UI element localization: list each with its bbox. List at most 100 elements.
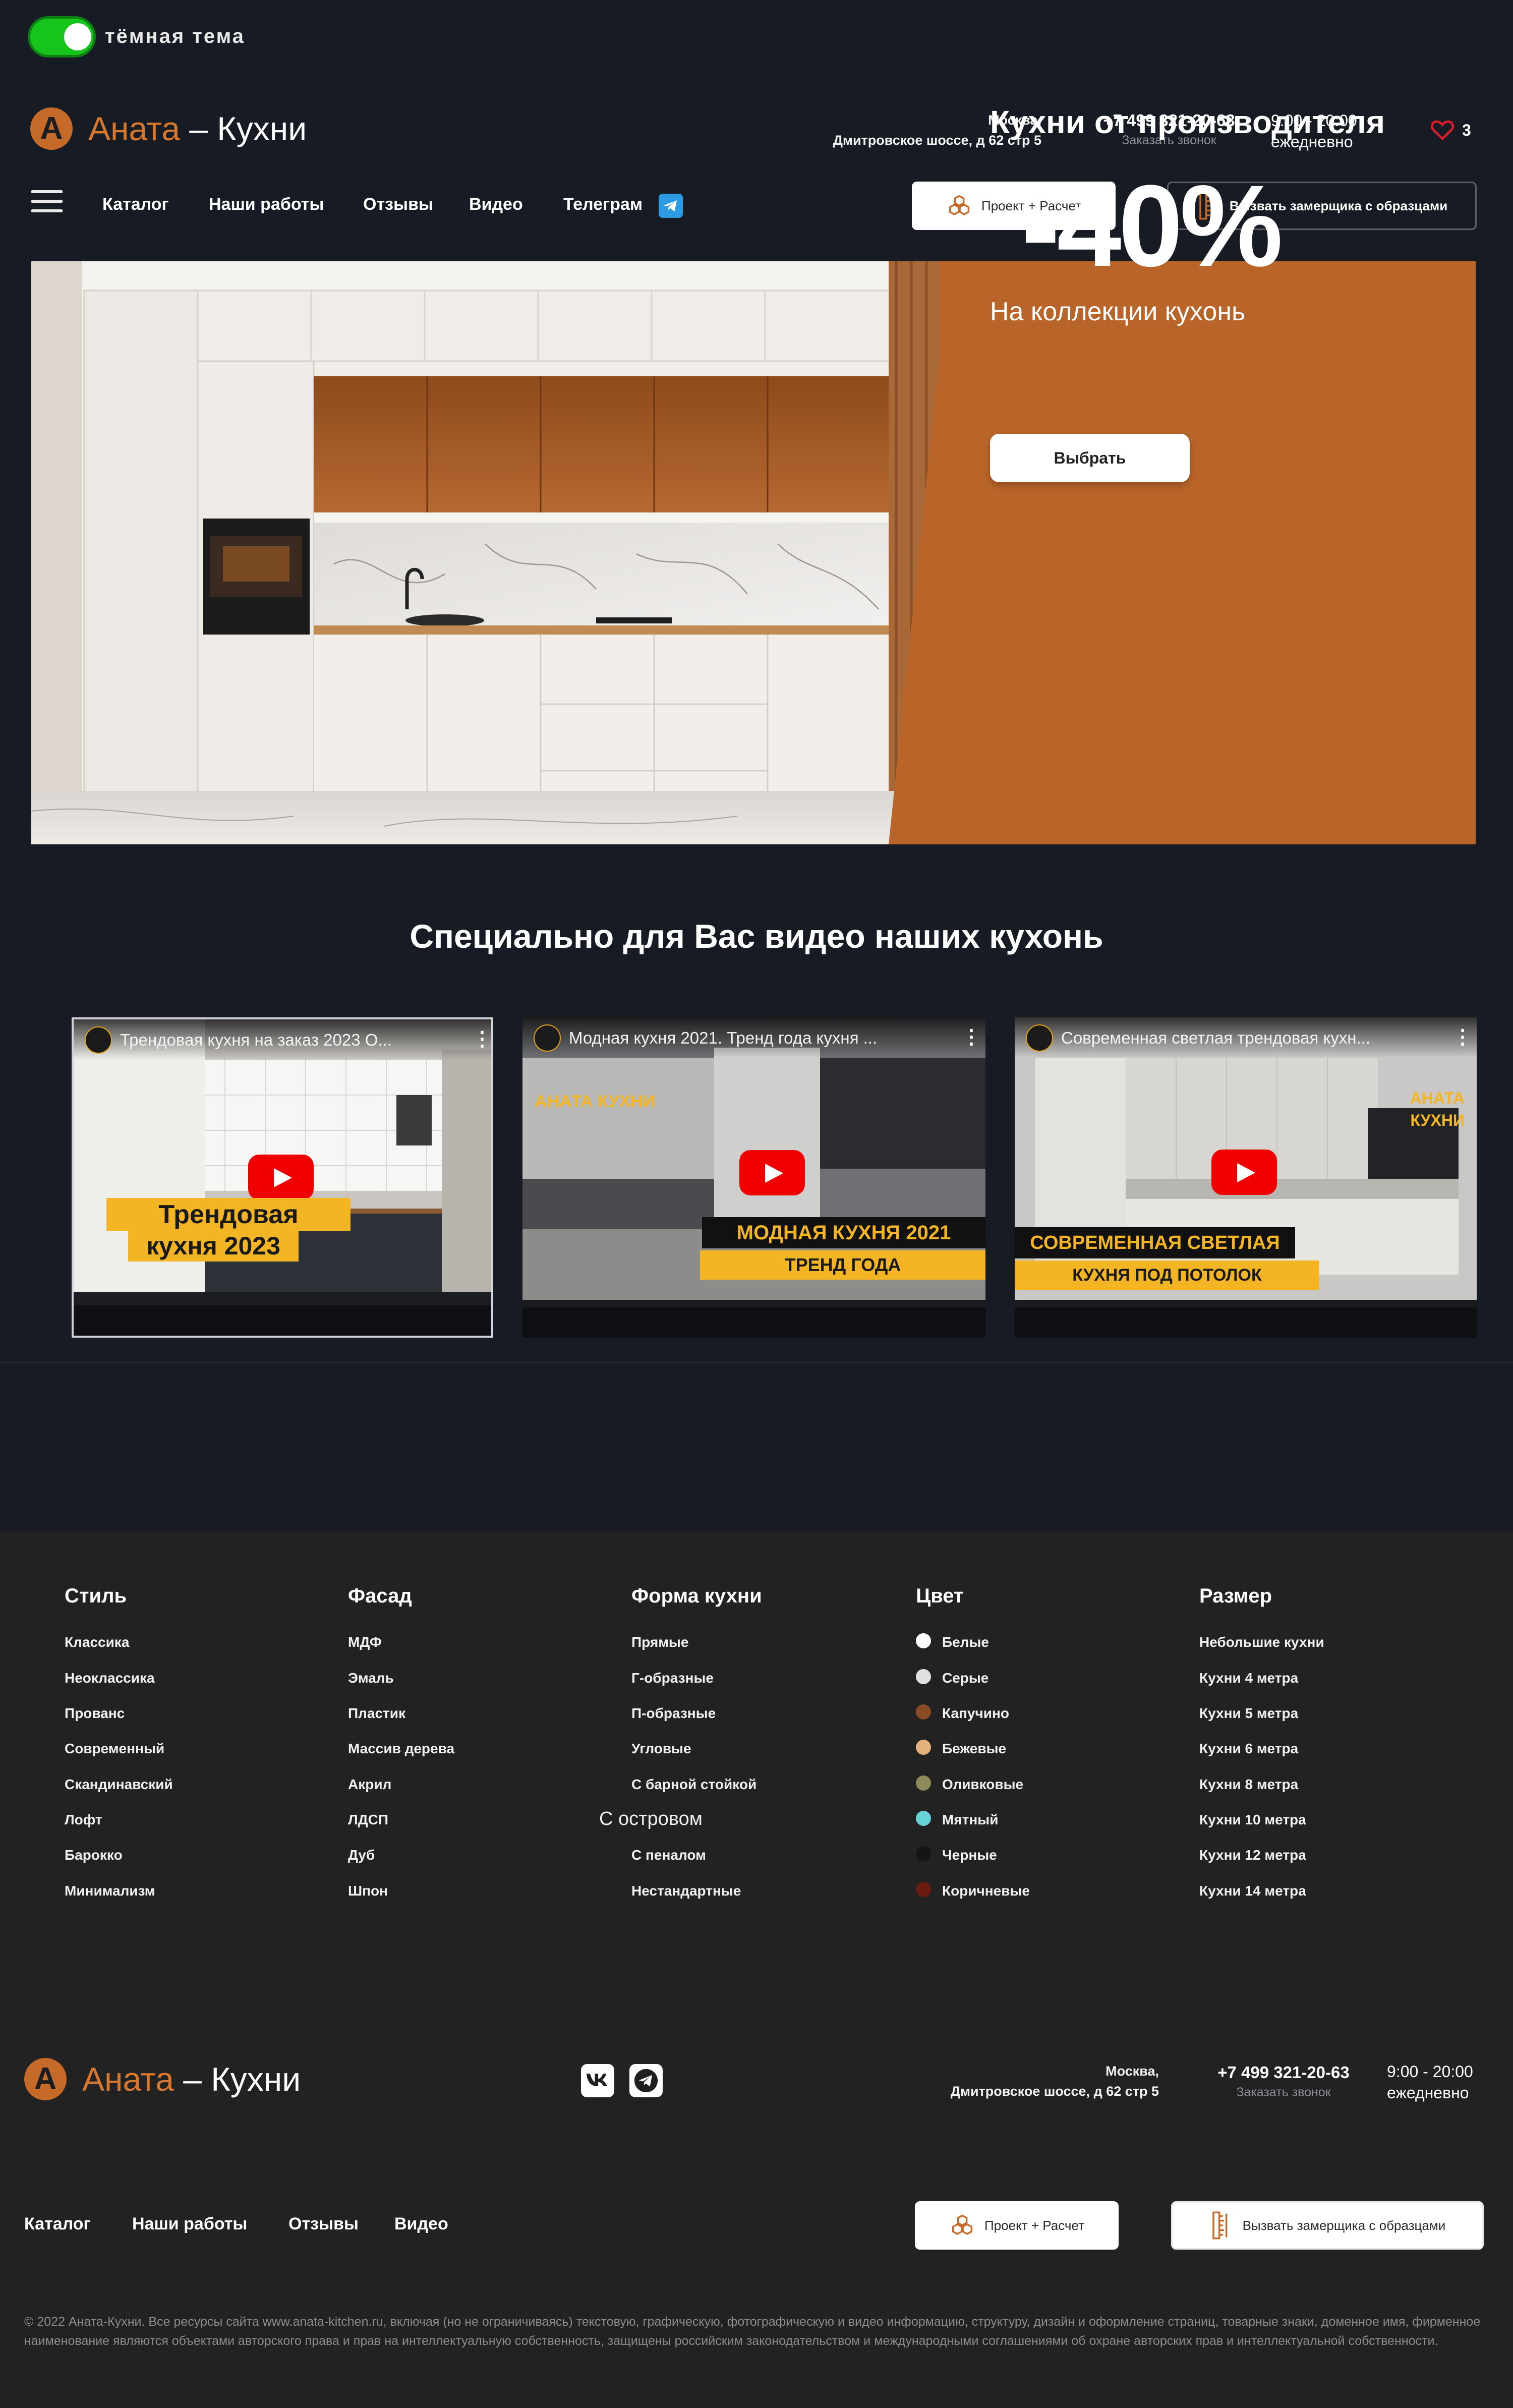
video-card-2[interactable]: Модная кухня 2021. Тренд года кухня ... … [522,1017,985,1338]
copyright-text: © 2022 Аната-Кухни. Все ресурсы сайта ww… [24,2315,1481,2348]
style-item-minimalism[interactable]: Минимализм [65,1883,155,1899]
footer-color-heading: Цвет [916,1585,964,1607]
color-item-brown[interactable]: Коричневые [942,1883,1030,1899]
color-dot-brown [916,1882,931,1897]
footer-phone-block: +7 499 321-20-63 Заказать звонок [1213,2063,1354,2100]
theme-toggle-label: тёмная тема [105,25,245,47]
shape-item-straight[interactable]: Прямые [631,1634,688,1650]
footer-nav-catalog[interactable]: Каталог [24,2214,91,2234]
color-item-cappuccino[interactable]: Капучино [942,1705,1009,1722]
facade-item-solid-wood[interactable]: Массив дерева [348,1741,454,1757]
video-3-title[interactable]: Современная светлая трендовая кухн... [1061,1028,1424,1048]
footer-nav-video[interactable]: Видео [394,2214,448,2234]
video-3-menu-icon[interactable]: ⋮ [1452,1025,1473,1049]
facade-item-mdf[interactable]: МДФ [348,1634,382,1650]
video-2-caption-1: МОДНАЯ КУХНЯ 2021 [702,1217,985,1248]
style-item-classic[interactable]: Классика [65,1634,129,1650]
facade-item-ldsp[interactable]: ЛДСП [348,1812,388,1828]
footer-measure-button[interactable]: Вызвать замерщика с образцами [1171,2201,1484,2250]
nav-video[interactable]: Видео [469,195,523,214]
video-card-1[interactable]: Трендовая кухня на заказ 2023 О... ⋮ Тре… [72,1017,493,1338]
hero-diagonal [889,261,990,844]
style-item-provence[interactable]: Прованс [65,1705,125,1722]
style-item-scandinavian[interactable]: Скандинавский [65,1776,173,1793]
color-dot-gray [916,1669,931,1684]
nav-reviews[interactable]: Отзывы [363,195,433,214]
style-item-loft[interactable]: Лофт [65,1812,102,1828]
footer-facade-heading: Фасад [348,1585,412,1607]
footer-measure-label: Вызвать замерщика с образцами [1242,2217,1446,2233]
video-card-3[interactable]: Современная светлая трендовая кухн... ⋮ … [1015,1017,1477,1338]
shape-item-l-shaped[interactable]: Г-образные [631,1670,714,1686]
video-2-play-icon[interactable] [739,1150,805,1195]
video-1-title[interactable]: Трендовая кухня на заказ 2023 О... [120,1030,443,1050]
hero-choose-button[interactable]: Выбрать [990,434,1190,482]
size-item-8m[interactable]: Кухни 8 метра [1199,1776,1298,1793]
shape-item-u-shaped[interactable]: П-образные [631,1705,716,1722]
logo-suffix: – Кухни [180,110,307,147]
footer-project-calc-button[interactable]: Проект + Расчет [915,2201,1119,2250]
size-item-5m[interactable]: Кухни 5 метра [1199,1705,1298,1722]
video-2-channel-icon[interactable] [534,1024,561,1052]
color-item-olive[interactable]: Оливковые [942,1776,1023,1793]
size-item-10m[interactable]: Кухни 10 метра [1199,1812,1306,1828]
nav-catalog[interactable]: Каталог [102,195,169,214]
shape-item-pencil-case[interactable]: С пеналом [631,1847,706,1863]
color-item-white[interactable]: Белые [942,1634,989,1650]
facade-item-oak[interactable]: Дуб [348,1847,375,1863]
hero-banner [31,261,1476,844]
shape-item-bar-counter[interactable]: С барной стойкой [631,1776,756,1793]
video-2-menu-icon[interactable]: ⋮ [961,1025,981,1049]
video-3-corner-text: АНАТА КУХНИ [1410,1089,1465,1129]
color-dot-olive [916,1775,931,1791]
color-item-black[interactable]: Черные [942,1847,997,1863]
video-3-channel-icon[interactable] [1026,1024,1053,1052]
cubes-icon [949,195,970,215]
style-item-neoclassic[interactable]: Неоклассика [65,1670,155,1686]
size-item-14m[interactable]: Кухни 14 метра [1199,1883,1306,1899]
footer-telegram-icon[interactable] [629,2064,663,2097]
video-2-caption-2: ТРЕНД ГОДА [700,1250,985,1280]
facade-item-enamel[interactable]: Эмаль [348,1670,394,1686]
size-item-6m[interactable]: Кухни 6 метра [1199,1741,1298,1757]
vk-icon[interactable] [581,2064,614,2097]
favorites-button[interactable]: 3 [1430,119,1471,143]
video-2-bottom-bar [522,1307,985,1338]
footer-callback-link[interactable]: Заказать звонок [1213,2085,1354,2100]
style-item-baroque[interactable]: Барокко [65,1847,123,1863]
telegram-icon[interactable] [659,194,683,218]
video-3-play-icon[interactable] [1211,1150,1277,1195]
color-item-beige[interactable]: Бежевые [942,1741,1006,1757]
shape-item-custom[interactable]: Нестандартные [631,1883,741,1899]
video-1-menu-icon[interactable]: ⋮ [472,1027,491,1051]
video-1-play-icon[interactable] [248,1155,314,1200]
nav-telegram[interactable]: Телеграм [563,195,643,214]
footer-logo-brand: Аната [82,2060,174,2098]
color-dot-beige [916,1740,931,1755]
facade-item-acrylic[interactable]: Акрил [348,1776,391,1793]
footer-days: ежедневно [1387,2084,1469,2102]
style-item-modern[interactable]: Современный [65,1741,164,1757]
video-3-caption-1: СОВРЕМЕННАЯ СВЕТЛАЯ [1015,1227,1295,1258]
facade-item-plastic[interactable]: Пластик [348,1705,405,1722]
video-1-channel-icon[interactable] [85,1026,112,1054]
footer-nav-reviews[interactable]: Отзывы [288,2214,359,2234]
theme-toggle[interactable] [28,16,96,58]
shape-item-corner[interactable]: Угловые [631,1741,691,1757]
kitchen-illustration [31,261,939,844]
nav-works[interactable]: Наши работы [209,195,324,214]
shape-item-island[interactable]: С островом [599,1808,703,1830]
color-item-gray[interactable]: Серые [942,1670,988,1686]
video-2-title[interactable]: Модная кухня 2021. Тренд года кухня ... [569,1028,932,1048]
size-item-12m[interactable]: Кухни 12 метра [1199,1847,1306,1863]
footer-nav-works[interactable]: Наши работы [132,2214,247,2234]
size-item-small[interactable]: Небольшие кухни [1199,1634,1324,1650]
burger-menu-icon[interactable] [31,190,63,219]
size-item-4m[interactable]: Кухни 4 метра [1199,1670,1298,1686]
footer-phone[interactable]: +7 499 321-20-63 [1213,2063,1354,2082]
facade-item-veneer[interactable]: Шпон [348,1883,388,1899]
footer-logo-wordmark: Аната – Кухни [82,2060,301,2098]
color-dot-white [916,1633,931,1648]
favorites-count: 3 [1462,121,1471,139]
color-item-mint[interactable]: Мятный [942,1812,998,1828]
